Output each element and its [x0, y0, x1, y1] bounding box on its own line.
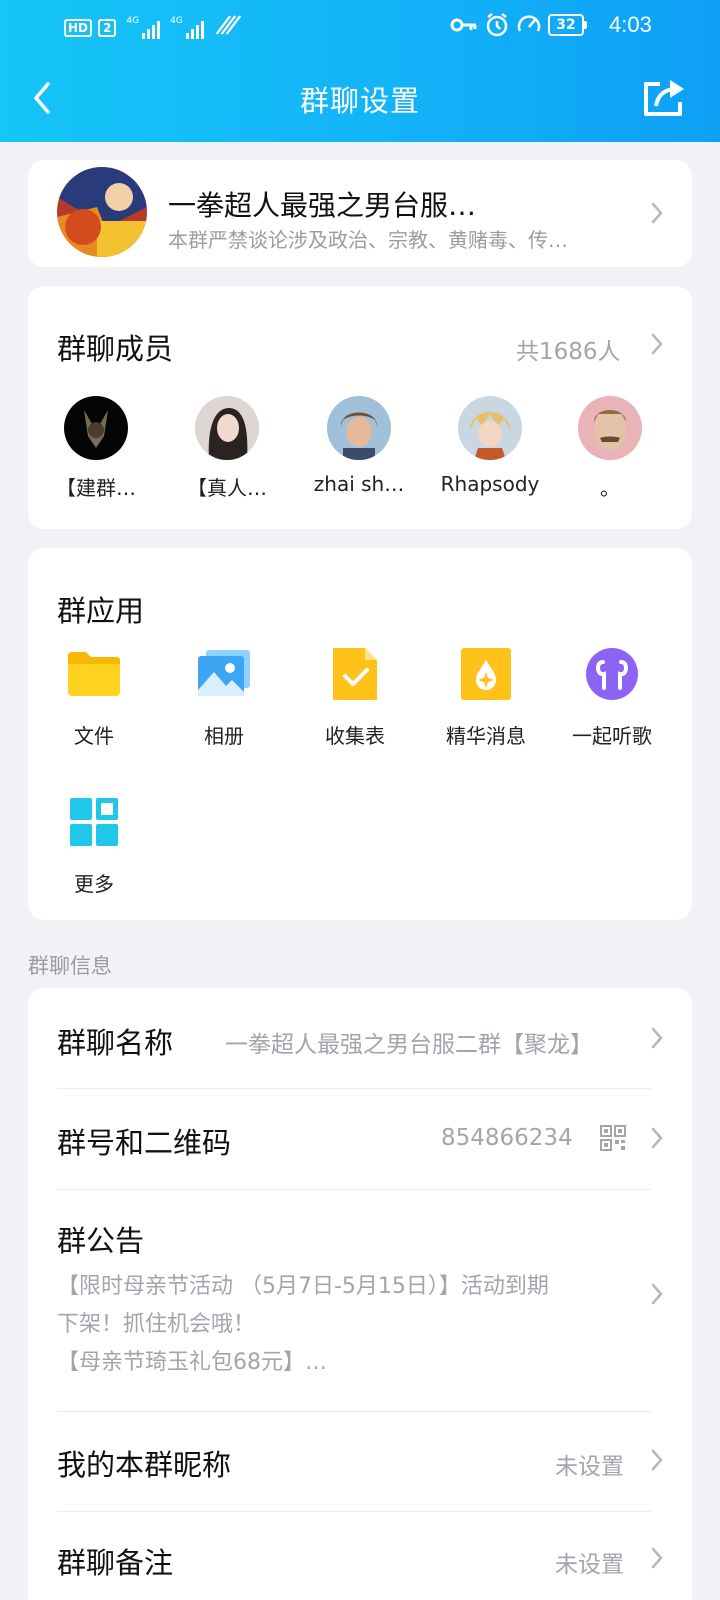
group-name-value: 一拳超人最强之男台服二群【聚龙】 — [225, 1032, 593, 1058]
nickname-label: 我的本群昵称 — [57, 1448, 232, 1482]
notice-line: 【母亲节琦玉礼包68元】… — [57, 1350, 327, 1375]
member-item[interactable]: zhai sh… — [299, 396, 419, 496]
page-title: 群聊设置 — [299, 84, 420, 118]
avatar — [578, 396, 642, 460]
nickname-value: 未设置 — [555, 1454, 624, 1480]
qr-code-icon — [600, 1125, 626, 1155]
notice-line: 【限时母亲节活动 （5月7日-5月15日）】活动到期 — [57, 1274, 549, 1299]
status-left: HD 2 4G 4G — [64, 14, 241, 41]
app-form[interactable]: 收集表 — [290, 646, 420, 749]
app-file[interactable]: 文件 — [29, 646, 159, 749]
data-activity-icon — [211, 14, 243, 41]
remark-label: 群聊备注 — [57, 1546, 174, 1580]
signal-label: 4G — [170, 15, 183, 26]
group-id-label: 群号和二维码 — [57, 1126, 232, 1160]
notice-line: 下架！抓住机会哦！ — [57, 1312, 256, 1337]
alarm-icon — [484, 12, 510, 42]
share-button[interactable] — [640, 76, 688, 120]
member-name: zhai sh… — [313, 472, 405, 496]
signal-label: 4G — [126, 15, 140, 26]
battery-level: 32 — [548, 14, 584, 36]
remark-value: 未设置 — [555, 1552, 624, 1578]
chevron-right-icon — [650, 1282, 664, 1306]
group-id-value: 854866234 — [441, 1125, 573, 1151]
status-bar: HD 2 4G 4G 32 4:03 — [0, 0, 720, 52]
earphones-icon — [584, 646, 640, 702]
member-item[interactable]: 【真人… — [167, 396, 287, 501]
chevron-right-icon — [650, 1126, 664, 1150]
app-header: HD 2 4G 4G 32 4:03 群聊设置 — [0, 0, 720, 142]
group-name-label: 群聊名称 — [57, 1026, 174, 1060]
app-label: 更多 — [74, 872, 114, 896]
avatar — [64, 396, 128, 460]
more-apps-icon — [66, 794, 122, 850]
folder-icon — [66, 646, 122, 702]
app-album[interactable]: 相册 — [159, 646, 289, 749]
avatar — [327, 396, 391, 460]
member-count[interactable]: 共1686人 — [516, 332, 621, 366]
apps-title: 群应用 — [57, 594, 145, 628]
group-info-card: 群聊名称 一拳超人最强之男台服二群【聚龙】 群号和二维码 854866234 群… — [28, 988, 692, 1600]
members-title: 群聊成员 — [57, 332, 174, 366]
app-listen-together[interactable]: 一起听歌 — [547, 646, 677, 749]
app-label: 精华消息 — [446, 724, 526, 748]
app-label: 相册 — [204, 724, 244, 748]
form-icon — [327, 646, 383, 702]
members-card: 群聊成员 共1686人 【建群… 【真人… zhai sh… Rhapsody … — [28, 286, 692, 529]
app-label: 文件 — [74, 724, 114, 748]
signal-icon: 4G — [170, 15, 204, 39]
speed-icon — [516, 12, 542, 42]
group-name: 一拳超人最强之男台服… — [168, 189, 477, 222]
hd-badge: HD — [64, 18, 93, 37]
signal-icon: 4G — [126, 15, 161, 39]
member-name: 【建群… — [56, 476, 136, 500]
notice-preview: 【限时母亲节活动 （5月7日-5月15日）】活动到期 下架！抓住机会哦！ 【母亲… — [57, 1268, 617, 1382]
group-profile-card[interactable]: 一拳超人最强之男台服… 本群严禁谈论涉及政治、宗教、黄赌毒、传… — [28, 160, 692, 267]
my-nickname-row[interactable]: 我的本群昵称 未设置 — [28, 1412, 692, 1512]
chevron-right-icon — [650, 201, 664, 225]
avatar — [195, 396, 259, 460]
member-item[interactable]: 【建群… — [36, 396, 156, 501]
sim-badge: 2 — [98, 18, 117, 37]
album-icon — [196, 646, 252, 702]
chevron-right-icon — [650, 1026, 664, 1050]
battery-icon: 32 — [548, 14, 587, 36]
chevron-right-icon — [650, 1448, 664, 1472]
group-name-row[interactable]: 群聊名称 一拳超人最强之男台服二群【聚龙】 — [28, 988, 692, 1088]
key-icon — [450, 14, 478, 40]
app-label: 收集表 — [325, 724, 385, 748]
info-section-caption: 群聊信息 — [28, 954, 112, 978]
member-item[interactable]: Rhapsody — [430, 396, 550, 496]
group-remark-row[interactable]: 群聊备注 未设置 — [28, 1512, 692, 1600]
app-more[interactable]: 更多 — [29, 794, 159, 897]
app-label: 一起听歌 — [572, 724, 652, 748]
essence-icon — [458, 646, 514, 702]
avatar — [458, 396, 522, 460]
group-description: 本群严禁谈论涉及政治、宗教、黄赌毒、传… — [168, 228, 568, 252]
member-name: Rhapsody — [440, 472, 540, 496]
member-item[interactable]: 。 — [550, 396, 670, 501]
group-notice-row[interactable]: 群公告 【限时母亲节活动 （5月7日-5月15日）】活动到期 下架！抓住机会哦！… — [28, 1190, 692, 1398]
chevron-right-icon[interactable] — [650, 332, 664, 356]
chevron-right-icon — [650, 1546, 664, 1570]
group-id-row[interactable]: 群号和二维码 854866234 — [28, 1089, 692, 1189]
member-name: 。 — [600, 476, 620, 500]
notice-label: 群公告 — [57, 1224, 145, 1258]
group-avatar — [57, 167, 147, 257]
member-name: 【真人… — [187, 476, 267, 500]
group-apps-card: 群应用 文件 相册 收集表 精华消息 一起听歌 更多 — [28, 548, 692, 920]
status-time: 4:03 — [609, 12, 652, 37]
app-essence[interactable]: 精华消息 — [421, 646, 551, 749]
